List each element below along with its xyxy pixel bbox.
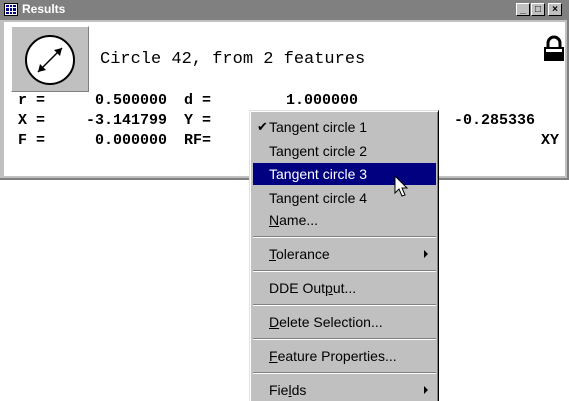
x-label: X = bbox=[18, 112, 46, 129]
menu-item-tangent-circle-1[interactable]: ✔ Tangent circle 1 bbox=[253, 116, 436, 138]
minimize-button[interactable]: _ bbox=[516, 3, 530, 16]
circle-feature-icon bbox=[25, 35, 75, 85]
y-value: -0.285336 bbox=[454, 112, 536, 129]
feature-type-button[interactable] bbox=[11, 26, 89, 92]
menu-item-label: Tangent circle 2 bbox=[269, 143, 368, 159]
close-button[interactable]: × bbox=[548, 3, 562, 16]
mouse-pointer-icon bbox=[394, 175, 409, 197]
menu-item-accelerator: T bbox=[269, 246, 276, 262]
f-label: F = bbox=[18, 132, 46, 149]
menu-item-label-part: Fie bbox=[269, 382, 289, 398]
menu-item-delete-selection[interactable]: Delete Selection... bbox=[253, 311, 436, 333]
menu-item-label-part: elete Selection... bbox=[279, 314, 383, 330]
r-value: 0.500000 bbox=[95, 92, 168, 109]
checkmark-icon: ✔ bbox=[257, 119, 268, 134]
plane-value: XY bbox=[541, 132, 560, 149]
f-value: 0.000000 bbox=[95, 132, 168, 149]
menu-separator bbox=[253, 236, 436, 238]
menu-item-label-part: ds bbox=[291, 382, 307, 398]
results-app-icon[interactable] bbox=[4, 3, 18, 16]
menu-item-accelerator: p bbox=[325, 280, 333, 296]
title-bar[interactable]: Results _ □ × bbox=[0, 0, 569, 20]
r-label: r = bbox=[18, 92, 46, 109]
context-menu: ✔ Tangent circle 1 Tangent circle 2 Tang… bbox=[249, 110, 439, 401]
menu-item-fields[interactable]: Fields bbox=[253, 379, 436, 401]
rf-label: RF= bbox=[184, 132, 212, 149]
x-value: -3.141799 bbox=[86, 112, 168, 129]
menu-item-accelerator: F bbox=[269, 348, 278, 364]
menu-item-tangent-circle-2[interactable]: Tangent circle 2 bbox=[253, 140, 436, 162]
menu-item-label: Tangent circle 1 bbox=[269, 119, 368, 135]
d-label: d = bbox=[184, 92, 212, 109]
menu-separator bbox=[253, 270, 436, 272]
menu-separator bbox=[253, 338, 436, 340]
submenu-arrow-icon bbox=[424, 250, 428, 258]
menu-item-accelerator: N bbox=[269, 212, 280, 228]
menu-item-label-part: eature Properties... bbox=[277, 348, 397, 364]
menu-item-label-part: olerance bbox=[276, 246, 330, 262]
feature-title: Circle 42, from 2 features bbox=[100, 50, 366, 69]
maximize-button[interactable]: □ bbox=[531, 3, 545, 16]
d-value: 1.000000 bbox=[286, 92, 359, 109]
lock-icon[interactable] bbox=[541, 34, 567, 64]
submenu-arrow-icon bbox=[424, 386, 428, 394]
menu-item-name[interactable]: Name... bbox=[253, 209, 436, 231]
menu-item-feature-properties[interactable]: Feature Properties... bbox=[253, 345, 436, 367]
menu-item-label-part: ame... bbox=[279, 212, 319, 228]
y-label: Y = bbox=[184, 112, 212, 129]
menu-item-dde-output[interactable]: DDE Output... bbox=[253, 277, 436, 299]
menu-separator bbox=[253, 372, 436, 374]
menu-item-accelerator: D bbox=[269, 314, 280, 330]
window-title: Results bbox=[22, 2, 66, 16]
menu-item-label: Tangent circle 4 bbox=[269, 190, 368, 206]
menu-item-label-part: DDE Out bbox=[269, 280, 326, 296]
menu-separator bbox=[253, 304, 436, 306]
menu-item-label: Tangent circle 3 bbox=[269, 166, 368, 182]
menu-item-label-part: ut... bbox=[332, 280, 357, 296]
menu-item-tolerance[interactable]: Tolerance bbox=[253, 243, 436, 265]
